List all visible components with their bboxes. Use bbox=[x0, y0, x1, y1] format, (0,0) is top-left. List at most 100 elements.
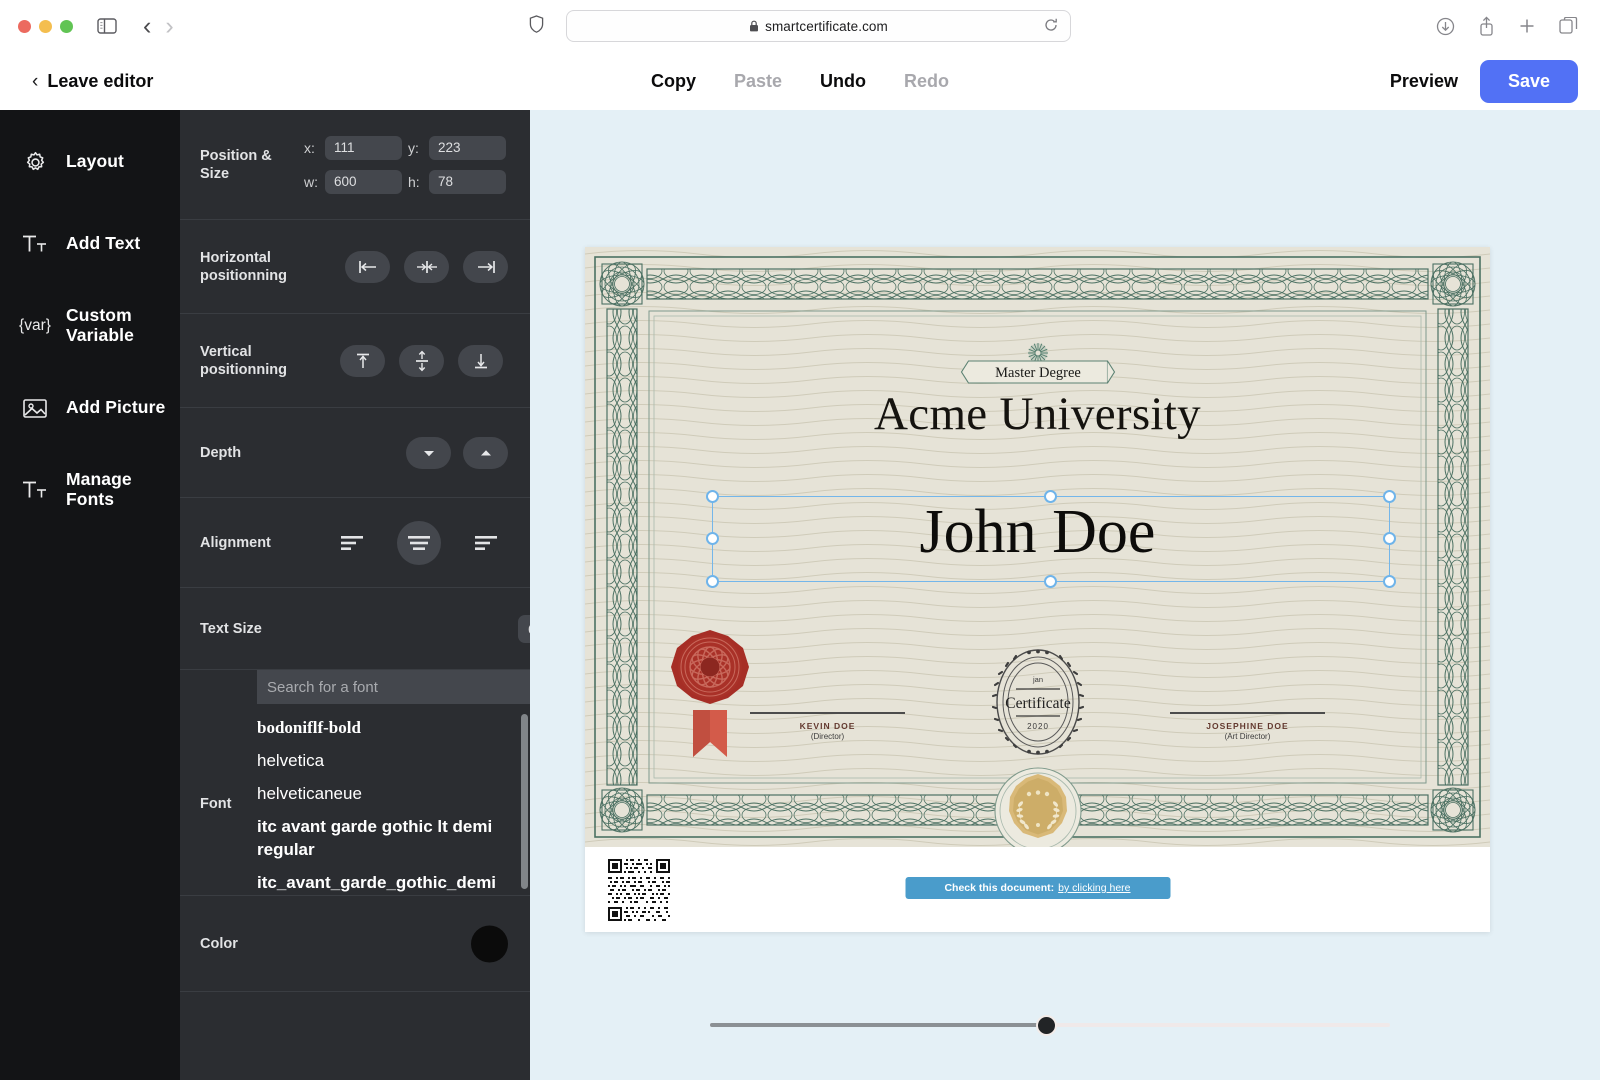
position-size-fields: x: y: w: h: bbox=[304, 136, 506, 194]
sidebar-item-label: Add Text bbox=[66, 234, 140, 254]
forward-arrow-icon[interactable]: › bbox=[165, 14, 173, 39]
horizontal-positioning-row: Horizontal positionning bbox=[180, 220, 530, 314]
left-tool-rail: Layout Add Text {var} Custom Variable Ad… bbox=[0, 110, 180, 1080]
check-document-link[interactable]: by clicking here bbox=[1058, 882, 1130, 894]
text-align-left-icon[interactable] bbox=[330, 521, 374, 565]
width-input[interactable] bbox=[325, 170, 402, 194]
vertical-positioning-label: Vertical positionning bbox=[200, 342, 305, 378]
vertical-positioning-row: Vertical positionning bbox=[180, 314, 530, 408]
back-arrow-icon[interactable]: ‹ bbox=[143, 14, 151, 39]
signature-line bbox=[750, 712, 905, 714]
color-row: Color bbox=[180, 896, 530, 992]
certificate-document[interactable]: Master Degree Acme University John Doe bbox=[585, 247, 1490, 932]
signature-name: JOSEPHINE DOE bbox=[1170, 721, 1325, 731]
editor-actions: Copy Paste Undo Redo bbox=[651, 71, 949, 92]
text-align-center-icon[interactable] bbox=[397, 521, 441, 565]
sidebar-item-label: Add Picture bbox=[66, 398, 165, 418]
plus-icon[interactable] bbox=[1518, 17, 1536, 35]
text-icon bbox=[18, 478, 52, 502]
check-document-button[interactable]: Check this document: by clicking here bbox=[905, 877, 1170, 899]
sidebar-item-label: Manage Fonts bbox=[66, 470, 180, 509]
bring-forward-icon[interactable] bbox=[463, 437, 508, 469]
zoom-slider[interactable] bbox=[710, 1015, 1390, 1035]
wax-seal bbox=[655, 622, 765, 767]
align-right-edge-icon[interactable] bbox=[463, 251, 508, 283]
qr-code-icon bbox=[608, 859, 670, 921]
signature-role: (Art Director) bbox=[1170, 732, 1325, 741]
certificate-title: Acme University bbox=[585, 387, 1490, 441]
degree-badge-text: Master Degree bbox=[995, 365, 1081, 381]
signature-role: (Director) bbox=[750, 732, 905, 741]
browser-toolbar: ‹ › smartcertificate.com bbox=[0, 0, 1600, 52]
font-option[interactable]: helvetica bbox=[257, 745, 530, 778]
preview-button[interactable]: Preview bbox=[1390, 71, 1458, 92]
zoom-slider-thumb[interactable] bbox=[1036, 1015, 1057, 1036]
maximize-window-button[interactable] bbox=[60, 20, 73, 33]
align-center-horizontal-icon[interactable] bbox=[404, 251, 449, 283]
privacy-shield-icon[interactable] bbox=[529, 15, 544, 38]
sidebar-item-layout[interactable]: Layout bbox=[0, 132, 180, 192]
sidebar-item-custom-variable[interactable]: {var} Custom Variable bbox=[0, 296, 180, 356]
undo-button[interactable]: Undo bbox=[820, 71, 866, 92]
window-traffic-lights bbox=[18, 20, 73, 33]
x-label: x: bbox=[304, 140, 319, 156]
text-size-label: Text Size bbox=[200, 619, 262, 637]
toolbar-right-actions: Preview Save bbox=[1390, 60, 1578, 103]
align-center-vertical-icon[interactable] bbox=[399, 345, 444, 377]
certificate-recipient-name[interactable]: John Doe bbox=[585, 497, 1490, 568]
font-options-list[interactable]: bodoniflf-bold helvetica helveticaneue i… bbox=[257, 704, 530, 894]
font-option[interactable]: bodoniflf-bold bbox=[257, 712, 530, 745]
signature-line bbox=[1170, 712, 1325, 714]
sidebar-item-label: Custom Variable bbox=[66, 306, 171, 345]
check-document-label: Check this document: bbox=[944, 882, 1054, 894]
y-input[interactable] bbox=[429, 136, 506, 160]
font-option[interactable]: helveticaneue bbox=[257, 778, 530, 811]
close-window-button[interactable] bbox=[18, 20, 31, 33]
tab-overview-icon[interactable] bbox=[1559, 17, 1578, 35]
alignment-label: Alignment bbox=[200, 533, 271, 551]
redo-button[interactable]: Redo bbox=[904, 71, 949, 92]
signature-block: KEVIN DOE (Director) bbox=[750, 712, 905, 741]
text-size-row: Text Size bbox=[180, 588, 530, 670]
font-option[interactable]: itc_avant_garde_gothic_demi bbox=[257, 867, 530, 894]
paste-button[interactable]: Paste bbox=[734, 71, 782, 92]
address-bar-group: smartcertificate.com bbox=[529, 10, 1071, 42]
zoom-slider-fill bbox=[710, 1023, 1050, 1027]
editor-canvas[interactable]: Master Degree Acme University John Doe bbox=[530, 110, 1600, 1080]
download-icon[interactable] bbox=[1436, 17, 1455, 36]
gold-medallion bbox=[992, 765, 1084, 847]
text-size-input[interactable] bbox=[518, 615, 530, 643]
y-label: y: bbox=[408, 140, 423, 156]
reload-icon[interactable] bbox=[1044, 18, 1058, 35]
share-icon[interactable] bbox=[1478, 16, 1495, 36]
send-backward-icon[interactable] bbox=[406, 437, 451, 469]
color-swatch[interactable] bbox=[471, 925, 508, 962]
sidebar-item-label: Layout bbox=[66, 152, 124, 172]
sidebar-item-manage-fonts[interactable]: Manage Fonts bbox=[0, 460, 180, 520]
align-bottom-edge-icon[interactable] bbox=[458, 345, 503, 377]
nav-arrows: ‹ › bbox=[143, 14, 174, 39]
font-list-scrollbar[interactable] bbox=[521, 714, 528, 889]
url-text: smartcertificate.com bbox=[765, 19, 888, 34]
save-button[interactable]: Save bbox=[1480, 60, 1578, 103]
font-search-input[interactable] bbox=[257, 670, 530, 704]
alignment-row: Alignment bbox=[180, 498, 530, 588]
depth-row: Depth bbox=[180, 408, 530, 498]
copy-button[interactable]: Copy bbox=[651, 71, 696, 92]
color-label: Color bbox=[200, 934, 238, 952]
h-label: h: bbox=[408, 174, 423, 190]
sidebar-toggle-icon[interactable] bbox=[97, 18, 117, 34]
text-align-right-icon[interactable] bbox=[464, 521, 508, 565]
variable-icon: {var} bbox=[18, 317, 52, 335]
height-input[interactable] bbox=[429, 170, 506, 194]
x-input[interactable] bbox=[325, 136, 402, 160]
align-top-edge-icon[interactable] bbox=[340, 345, 385, 377]
font-option[interactable]: itc avant garde gothic lt demi regular bbox=[257, 811, 530, 867]
url-input[interactable]: smartcertificate.com bbox=[566, 10, 1071, 42]
minimize-window-button[interactable] bbox=[39, 20, 52, 33]
sidebar-item-add-text[interactable]: Add Text bbox=[0, 214, 180, 274]
sidebar-item-add-picture[interactable]: Add Picture bbox=[0, 378, 180, 438]
font-row: Font bodoniflf-bold helvetica helvetican… bbox=[180, 670, 530, 896]
align-left-edge-icon[interactable] bbox=[345, 251, 390, 283]
leave-editor-button[interactable]: ‹ Leave editor bbox=[32, 71, 153, 92]
